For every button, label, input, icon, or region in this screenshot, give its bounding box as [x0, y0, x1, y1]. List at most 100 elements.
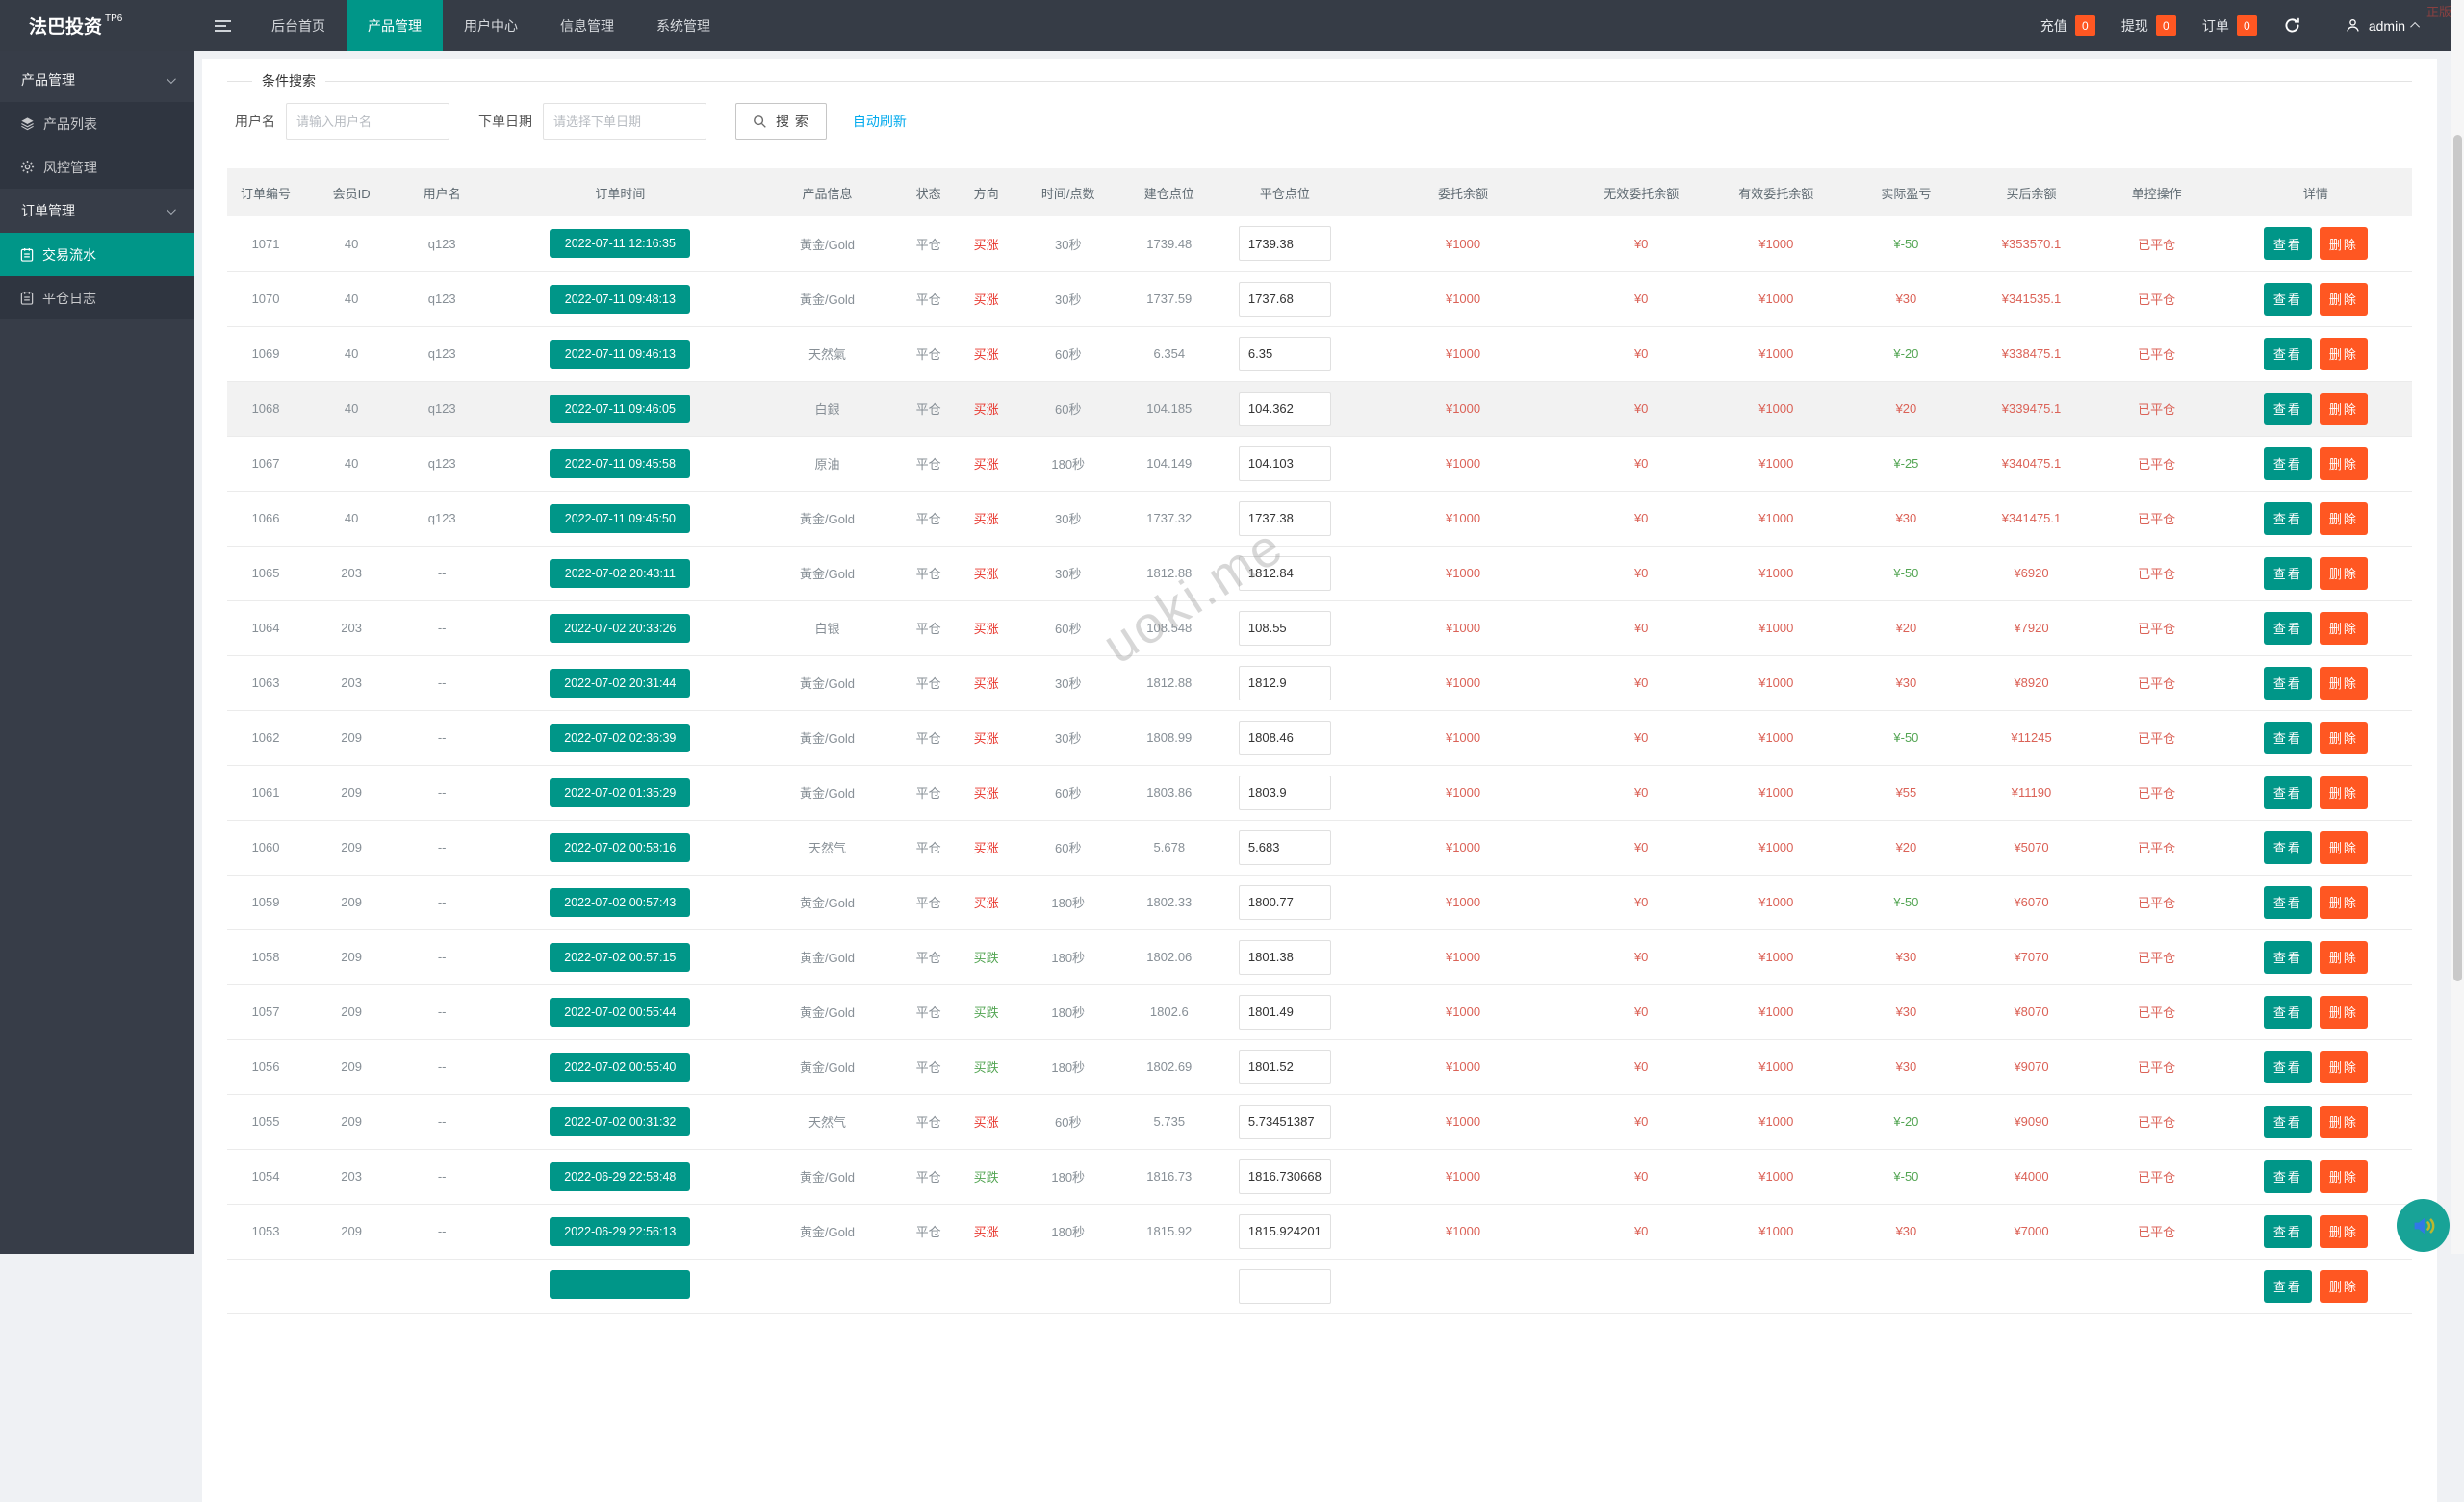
- product-name: 黃金/Gold: [755, 765, 899, 820]
- table-row: 1054203--2022-06-29 22:58:48黄金/Gold平仓买跌1…: [227, 1149, 2412, 1204]
- view-button[interactable]: 查看: [2264, 502, 2312, 535]
- scrollbar-thumb[interactable]: [2453, 135, 2462, 981]
- close-point-input[interactable]: [1239, 337, 1331, 371]
- close-point-input[interactable]: [1239, 446, 1331, 481]
- view-button[interactable]: 查看: [2264, 941, 2312, 974]
- view-button[interactable]: 查看: [2264, 283, 2312, 316]
- delete-button[interactable]: 删除: [2320, 1051, 2368, 1083]
- delete-button[interactable]: 删除: [2320, 667, 2368, 700]
- delete-button[interactable]: 删除: [2320, 722, 2368, 754]
- view-button[interactable]: 查看: [2264, 1160, 2312, 1193]
- delete-button[interactable]: 删除: [2320, 393, 2368, 425]
- order-status: 平仓: [900, 929, 958, 984]
- close-point-input[interactable]: [1239, 1269, 1331, 1304]
- member-id: 40: [304, 271, 398, 326]
- view-button[interactable]: 查看: [2264, 393, 2312, 425]
- close-point-input[interactable]: [1239, 1159, 1331, 1194]
- close-point-input[interactable]: [1239, 885, 1331, 920]
- close-point-input[interactable]: [1239, 940, 1331, 975]
- order-id: 1061: [227, 765, 304, 820]
- brand-logo[interactable]: 法巴投资TP6: [0, 0, 194, 51]
- delete-button[interactable]: 删除: [2320, 447, 2368, 480]
- search-button[interactable]: 搜 索: [735, 103, 827, 140]
- view-button[interactable]: 查看: [2264, 831, 2312, 864]
- close-point-input[interactable]: [1239, 830, 1331, 865]
- sound-float-button[interactable]: [2397, 1199, 2450, 1252]
- direction: 买跌: [958, 1149, 1015, 1204]
- delete-button[interactable]: 删除: [2320, 1270, 2368, 1303]
- menu-toggle-icon[interactable]: [194, 0, 250, 51]
- username-input[interactable]: [286, 103, 449, 140]
- close-point-input[interactable]: [1239, 666, 1331, 700]
- delete-button[interactable]: 删除: [2320, 557, 2368, 590]
- close-point-input[interactable]: [1239, 226, 1331, 261]
- close-point-input[interactable]: [1239, 1214, 1331, 1249]
- delete-button[interactable]: 删除: [2320, 776, 2368, 809]
- view-button[interactable]: 查看: [2264, 612, 2312, 645]
- auto-refresh-link[interactable]: 自动刷新: [853, 112, 907, 131]
- view-button[interactable]: 查看: [2264, 227, 2312, 260]
- view-button[interactable]: 查看: [2264, 1215, 2312, 1248]
- close-point-input[interactable]: [1239, 776, 1331, 810]
- close-point-input[interactable]: [1239, 1050, 1331, 1084]
- scrollbar[interactable]: [2451, 0, 2464, 1254]
- delete-button[interactable]: 删除: [2320, 227, 2368, 260]
- top-menu-item[interactable]: 用户中心: [443, 0, 539, 51]
- after-balance: ¥341535.1: [1968, 271, 2093, 326]
- close-point-input[interactable]: [1239, 721, 1331, 755]
- close-point-input[interactable]: [1239, 556, 1331, 591]
- delete-button[interactable]: 删除: [2320, 1106, 2368, 1138]
- close-point-input[interactable]: [1239, 1105, 1331, 1139]
- view-button[interactable]: 查看: [2264, 447, 2312, 480]
- delete-button[interactable]: 删除: [2320, 886, 2368, 919]
- close-point-input[interactable]: [1239, 282, 1331, 317]
- sidebar-group-header[interactable]: 产品管理: [0, 58, 194, 102]
- delete-button[interactable]: 删除: [2320, 1215, 2368, 1248]
- sidebar-group-header[interactable]: 订单管理: [0, 189, 194, 233]
- top-menu-item[interactable]: 系统管理: [635, 0, 732, 51]
- view-button[interactable]: 查看: [2264, 1051, 2312, 1083]
- user-menu[interactable]: admin: [2345, 17, 2420, 34]
- top-menu-item[interactable]: 后台首页: [250, 0, 346, 51]
- view-button[interactable]: 查看: [2264, 1270, 2312, 1303]
- nav-stat-withdraw[interactable]: 提现0: [2121, 15, 2176, 36]
- actual-profit: ¥30: [1843, 929, 1968, 984]
- delete-button[interactable]: 删除: [2320, 338, 2368, 370]
- order-date-input[interactable]: [543, 103, 706, 140]
- view-button[interactable]: 查看: [2264, 776, 2312, 809]
- top-menu-item[interactable]: 信息管理: [539, 0, 635, 51]
- close-point-input[interactable]: [1239, 611, 1331, 646]
- view-button[interactable]: 查看: [2264, 996, 2312, 1029]
- duration: 60秒: [1015, 820, 1121, 875]
- nav-stat-recharge[interactable]: 充值0: [2040, 15, 2095, 36]
- delete-button[interactable]: 删除: [2320, 1160, 2368, 1193]
- view-button[interactable]: 查看: [2264, 557, 2312, 590]
- close-point-input[interactable]: [1239, 392, 1331, 426]
- close-point-input[interactable]: [1239, 501, 1331, 536]
- view-button[interactable]: 查看: [2264, 338, 2312, 370]
- delete-button[interactable]: 删除: [2320, 283, 2368, 316]
- sidebar-item[interactable]: 产品列表: [0, 102, 194, 145]
- table-row: 1061209--2022-07-02 01:35:29黃金/Gold平仓买涨6…: [227, 765, 2412, 820]
- view-button[interactable]: 查看: [2264, 667, 2312, 700]
- layers-icon: [20, 116, 35, 131]
- view-button[interactable]: 查看: [2264, 1106, 2312, 1138]
- refresh-icon[interactable]: [2283, 16, 2301, 35]
- sidebar-item[interactable]: 风控管理: [0, 145, 194, 189]
- sidebar-item[interactable]: 交易流水: [0, 233, 194, 276]
- nav-stat-order[interactable]: 订单0: [2202, 15, 2257, 36]
- order-status: 平仓: [900, 655, 958, 710]
- order-username: --: [398, 1094, 485, 1149]
- control-status: 已平仓: [2094, 491, 2220, 546]
- view-button[interactable]: 查看: [2264, 722, 2312, 754]
- delete-button[interactable]: 删除: [2320, 941, 2368, 974]
- delete-button[interactable]: 删除: [2320, 831, 2368, 864]
- delete-button[interactable]: 删除: [2320, 612, 2368, 645]
- close-point-input[interactable]: [1239, 995, 1331, 1030]
- delete-button[interactable]: 删除: [2320, 502, 2368, 535]
- view-button[interactable]: 查看: [2264, 886, 2312, 919]
- sidebar-item[interactable]: 平仓日志: [0, 276, 194, 319]
- top-menu-item[interactable]: 产品管理: [346, 0, 443, 51]
- delete-button[interactable]: 删除: [2320, 996, 2368, 1029]
- table-row: 106640q1232022-07-11 09:45:50黃金/Gold平仓买涨…: [227, 491, 2412, 546]
